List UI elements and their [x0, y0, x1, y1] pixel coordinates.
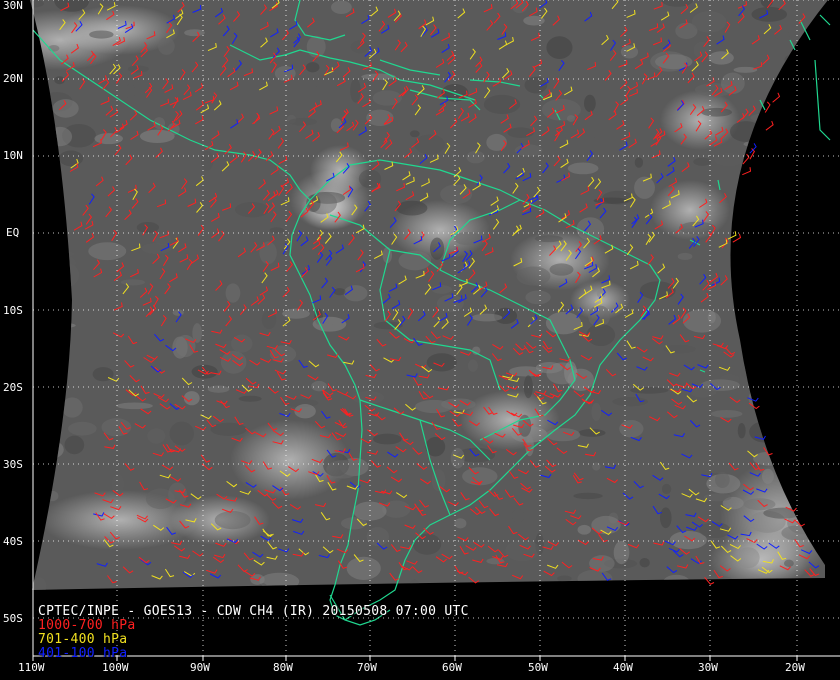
lon-label-80w: 80W [273, 661, 293, 674]
lon-label-50w: 50W [528, 661, 548, 674]
legend-mid-level: 701-400 hPa [38, 632, 128, 647]
lon-label-110w: 110W [18, 661, 45, 674]
lon-label-70w: 70W [357, 661, 377, 674]
lat-label-50s: 50S [3, 612, 23, 625]
map-title: CPTEC/INPE - GOES13 - CDW CH4 (IR) 20150… [38, 604, 469, 619]
lon-label-40w: 40W [613, 661, 633, 674]
legend-low-level: 1000-700 hPa [38, 618, 136, 633]
lon-label-30w: 30W [698, 661, 718, 674]
legend-high-level: 401-100 hPa [38, 646, 128, 661]
lat-label-20s: 20S [3, 381, 23, 394]
ir-imagery [30, 0, 828, 590]
wind-map: 30N 20N 10N EQ 10S 20S 30S 40S 50S 110W … [0, 0, 840, 680]
lon-label-60w: 60W [442, 661, 462, 674]
lat-label-30n: 30N [3, 0, 23, 12]
lon-label-100w: 100W [102, 661, 129, 674]
satellite-image [30, 0, 840, 661]
lat-label-20n: 20N [3, 72, 23, 85]
lat-label-eq: EQ [6, 226, 20, 239]
lat-label-10n: 10N [3, 149, 23, 162]
lat-label-40s: 40S [3, 535, 23, 548]
lon-label-20w: 20W [785, 661, 805, 674]
lon-label-90w: 90W [190, 661, 210, 674]
lat-label-10s: 10S [3, 304, 23, 317]
lat-label-30s: 30S [3, 458, 23, 471]
